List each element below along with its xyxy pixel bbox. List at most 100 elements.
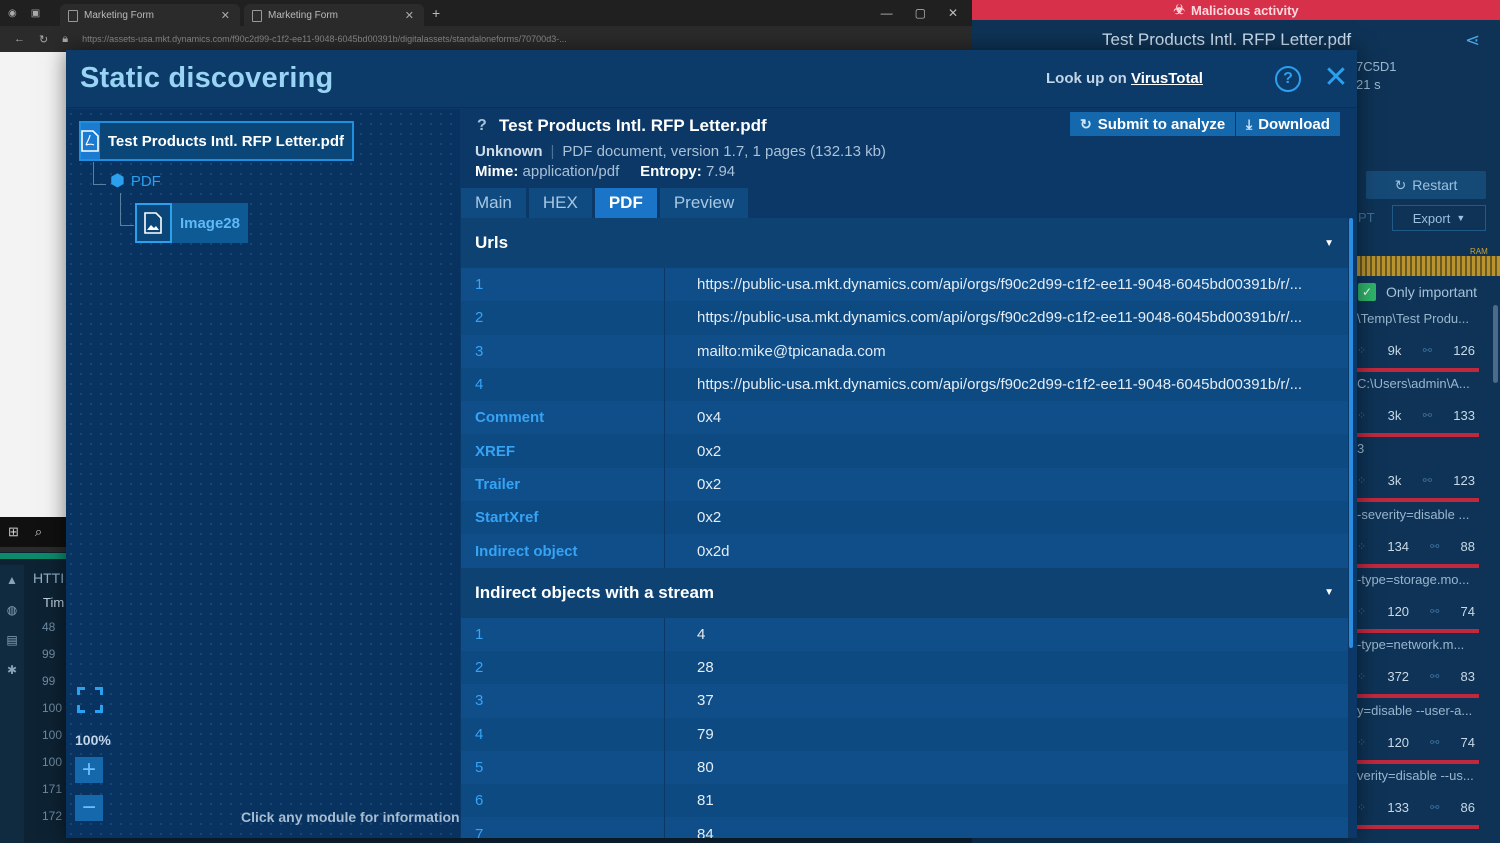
tab-close-icon[interactable]: ✕ xyxy=(405,9,414,22)
url-field[interactable]: https://assets-usa.mkt.dynamics.com/f90c… xyxy=(82,34,722,44)
fullscreen-icon[interactable] xyxy=(77,687,103,713)
modules-icon: ⁘ xyxy=(1357,737,1367,749)
modules-icon: ⁘ xyxy=(1357,475,1367,487)
http-column-label: HTTI xyxy=(33,570,65,586)
plus-icon: + xyxy=(81,756,96,783)
row-key: StartXref xyxy=(461,501,665,535)
process-item[interactable]: -severity=disable ... ⁘ 134 ⚯ 88 xyxy=(1357,507,1479,568)
content-scrollbar[interactable] xyxy=(1349,218,1353,648)
tab-close-icon[interactable]: ✕ xyxy=(221,9,230,22)
row-value: 0x2d xyxy=(697,542,730,560)
process-item[interactable]: -type=network.m... ⁘ 372 ⚯ 83 xyxy=(1357,637,1479,698)
link-icon: ⚯ xyxy=(1430,541,1440,553)
process-item[interactable]: -type=storage.mo... ⁘ 120 ⚯ 74 xyxy=(1357,572,1479,633)
process-name: -type=network.m... xyxy=(1357,637,1465,652)
table-row: Comment 0x4 xyxy=(461,401,1348,435)
zoom-out-button[interactable]: − xyxy=(75,795,103,821)
row-value: 0x2 xyxy=(697,442,722,460)
row-key: 5 xyxy=(461,750,665,785)
browser-tab[interactable]: Marketing Form ✕ xyxy=(60,4,240,26)
close-icon[interactable]: ✕ xyxy=(1321,63,1351,93)
table-row: 4 https://public-usa.mkt.dynamics.com/api… xyxy=(461,367,1348,402)
browser-tab[interactable]: Marketing Form ✕ xyxy=(244,4,424,26)
table-row: 2 https://public-usa.mkt.dynamics.com/api… xyxy=(461,301,1348,335)
windows-start-icon[interactable]: ⊞ xyxy=(8,524,19,540)
process-item[interactable]: y=disable --user-a... ⁘ 120 ⚯ 74 xyxy=(1357,703,1479,764)
process-item[interactable]: C:\Users\admin\A... ⁘ 3k ⚯ 133 xyxy=(1357,376,1479,437)
globe-icon[interactable]: ◍ xyxy=(0,595,24,625)
task-title: Test Products Intl. RFP Letter.pdf xyxy=(1102,30,1352,49)
tab-hex[interactable]: HEX xyxy=(528,188,592,218)
row-value: 37 xyxy=(697,692,714,710)
time-value: 172 xyxy=(42,809,63,823)
tab-main[interactable]: Main xyxy=(461,188,526,218)
browser-profile-icons: ◉ ▣ xyxy=(0,8,60,19)
process-item[interactable]: \Temp\Test Produ... ⁘ 9k ⚯ 126 xyxy=(1357,311,1479,372)
only-important-toggle[interactable]: ✓ Only important xyxy=(1358,283,1477,301)
minimize-icon[interactable]: — xyxy=(881,6,893,20)
help-icon[interactable]: ? xyxy=(1275,66,1301,92)
window-close-icon[interactable]: ✕ xyxy=(948,6,958,20)
row-value[interactable]: https://public-usa.mkt.dynamics.com/api/… xyxy=(665,376,1315,393)
export-label: Export xyxy=(1412,210,1451,226)
browser-tab-strip: ◉ ▣ Marketing Form ✕ Marketing Form ✕ + … xyxy=(0,0,972,26)
row-key: Trailer xyxy=(461,467,665,502)
tab-preview[interactable]: Preview xyxy=(659,188,749,218)
row-key: 1 xyxy=(461,268,665,302)
unknown-type-icon: ? xyxy=(477,117,487,134)
section-header-indirect-objects[interactable]: Indirect objects with a stream ▼ xyxy=(461,567,1348,618)
row-value: 4 xyxy=(697,625,706,643)
row-value: 0x2 xyxy=(697,509,722,527)
tab-pdf[interactable]: PDF xyxy=(594,188,657,218)
tree-node-image[interactable]: Image28 xyxy=(135,203,248,243)
link-icon: ⚯ xyxy=(1430,671,1440,683)
share-icon[interactable]: ⋖ xyxy=(1465,30,1480,51)
hash-value: 7C5D1 xyxy=(1356,59,1397,74)
submit-to-analyze-button[interactable]: ↻ Submit to analyze xyxy=(1070,112,1236,136)
new-tab-icon[interactable]: + xyxy=(432,5,440,21)
process-name: \Temp\Test Produ... xyxy=(1357,311,1469,326)
modules-icon: ⁘ xyxy=(1357,802,1367,814)
collapse-icon[interactable]: ▲ xyxy=(0,565,24,595)
process-stat: 74 xyxy=(1460,604,1475,619)
checkbox-checked-icon[interactable]: ✓ xyxy=(1358,283,1376,301)
row-value[interactable]: https://public-usa.mkt.dynamics.com/api/… xyxy=(665,309,1315,326)
taskbar-search-icon[interactable]: ⌕ xyxy=(35,524,42,540)
modules-icon: ⁘ xyxy=(1357,345,1367,357)
process-name: verity=disable --us... xyxy=(1357,768,1474,783)
export-button[interactable]: Export ▼ xyxy=(1392,205,1486,231)
row-value[interactable]: mailto:mike@tpicanada.com xyxy=(665,343,1315,360)
malicious-activity-banner: ☣ Malicious activity xyxy=(972,0,1500,20)
row-value: 28 xyxy=(697,659,714,677)
link-icon: ⚯ xyxy=(1430,606,1440,618)
process-name: -severity=disable ... xyxy=(1357,507,1470,522)
section-header-urls[interactable]: Urls ▼ xyxy=(461,218,1348,268)
side-panel-scrollbar[interactable] xyxy=(1493,305,1498,383)
cube-icon: ⬢ xyxy=(110,171,125,190)
bug-icon[interactable]: ✱ xyxy=(0,655,24,685)
time-value: 99 xyxy=(42,647,56,661)
tree-node-root-file[interactable]: Test Products Intl. RFP Letter.pdf xyxy=(79,121,354,161)
row-value[interactable]: https://public-usa.mkt.dynamics.com/api/… xyxy=(665,276,1315,293)
tab-actions-icon[interactable]: ▣ xyxy=(31,8,40,19)
tree-connector xyxy=(93,162,94,184)
zoom-in-button[interactable]: + xyxy=(75,757,103,783)
file-icon[interactable]: ▤ xyxy=(0,625,24,655)
file-name: Test Products Intl. RFP Letter.pdf xyxy=(499,116,767,135)
row-key: XREF xyxy=(461,434,665,468)
entropy-value: 7.94 xyxy=(705,163,736,180)
back-icon[interactable]: ← xyxy=(14,33,25,45)
tree-node-pdf[interactable]: ⬢ PDF xyxy=(110,171,161,191)
maximize-icon[interactable]: ▢ xyxy=(915,6,926,20)
profile-icon[interactable]: ◉ xyxy=(8,8,17,19)
restart-button[interactable]: ↻ Restart xyxy=(1366,171,1486,199)
duration-value: 21 s xyxy=(1356,77,1381,92)
verdict-label: Unknown xyxy=(475,143,543,160)
virustotal-link[interactable]: VirusTotal xyxy=(1131,70,1203,87)
process-stat: 134 xyxy=(1387,539,1410,554)
download-button[interactable]: ⤓ Download xyxy=(1236,112,1340,136)
process-item[interactable]: verity=disable --us... ⁘ 133 ⚯ 86 xyxy=(1357,768,1479,829)
process-item[interactable]: 3 ⁘ 3k ⚯ 123 xyxy=(1357,441,1479,502)
table-row: 7 84 xyxy=(461,817,1348,838)
refresh-icon[interactable]: ↻ xyxy=(39,33,48,46)
